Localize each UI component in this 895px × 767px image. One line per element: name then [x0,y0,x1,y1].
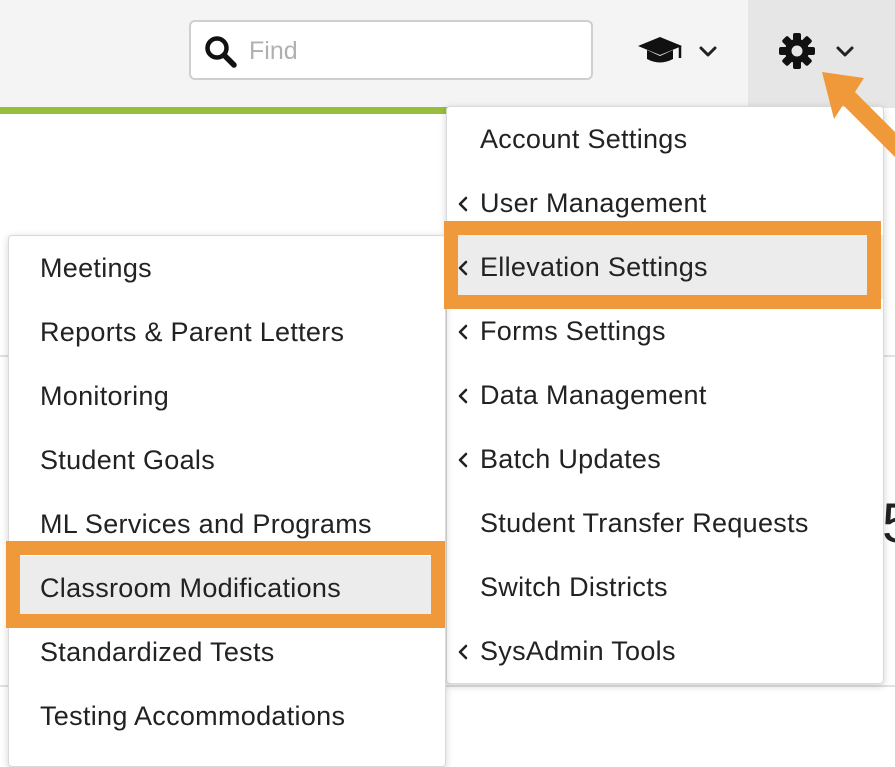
submenu-item-label: Reports & Parent Letters [40,317,345,347]
chevron-left-icon [458,196,468,212]
chevron-left-icon [458,452,468,468]
submenu-item-student-goals[interactable]: Student Goals [9,428,445,492]
accent-line [0,107,460,114]
search-input[interactable] [247,30,581,72]
settings-dropdown-menu: Account Settings User Management Ellevat… [446,106,884,684]
submenu-item-label: ML Services and Programs [40,509,372,539]
submenu-item-label: Classroom Modifications [40,573,341,603]
submenu-item-reports-parent-letters[interactable]: Reports & Parent Letters [9,300,445,364]
settings-menu-button[interactable] [748,0,895,108]
graduation-cap-icon [638,37,682,63]
submenu-item-label: Student Goals [40,445,216,475]
menu-item-ellevation-settings[interactable]: Ellevation Settings [447,235,883,299]
submenu-item-monitoring[interactable]: Monitoring [9,364,445,428]
submenu-item-standardized-tests[interactable]: Standardized Tests [9,620,445,684]
menu-item-label: User Management [480,188,707,218]
menu-item-user-management[interactable]: User Management [447,171,883,235]
submenu-item-classroom-modifications[interactable]: Classroom Modifications [9,556,445,620]
ellevation-settings-submenu: Meetings Reports & Parent Letters Monito… [8,235,446,767]
menu-item-forms-settings[interactable]: Forms Settings [447,299,883,363]
gear-icon [779,33,815,69]
submenu-item-meetings[interactable]: Meetings [9,236,445,300]
chevron-left-icon [458,388,468,404]
submenu-item-testing-accommodations[interactable]: Testing Accommodations [9,684,445,748]
chevron-left-icon [458,260,468,276]
menu-item-label: Switch Districts [480,572,668,602]
submenu-item-ml-services-programs[interactable]: ML Services and Programs [9,492,445,556]
menu-item-batch-updates[interactable]: Batch Updates [447,427,883,491]
menu-item-label: Account Settings [480,124,688,154]
chevron-down-icon [699,46,717,57]
menu-item-sysadmin-tools[interactable]: SysAdmin Tools [447,619,883,683]
chevron-down-icon [836,46,854,57]
submenu-item-label: Meetings [40,253,152,283]
chevron-left-icon [458,324,468,340]
chevron-left-icon [458,644,468,660]
menu-item-label: Ellevation Settings [480,252,708,282]
menu-item-label: Student Transfer Requests [480,508,809,538]
menu-item-label: Batch Updates [480,444,662,474]
search-box[interactable] [189,20,593,80]
menu-item-label: SysAdmin Tools [480,636,676,666]
menu-item-label: Forms Settings [480,316,666,346]
menu-item-switch-districts[interactable]: Switch Districts [447,555,883,619]
student-menu-button[interactable] [630,28,726,74]
menu-item-student-transfer-requests[interactable]: Student Transfer Requests [447,491,883,555]
menu-item-data-management[interactable]: Data Management [447,363,883,427]
submenu-item-label: Testing Accommodations [40,701,346,731]
submenu-item-label: Standardized Tests [40,637,275,667]
menu-item-account-settings[interactable]: Account Settings [447,107,883,171]
submenu-item-label: Monitoring [40,381,170,411]
search-icon [205,36,237,68]
menu-item-label: Data Management [480,380,707,410]
